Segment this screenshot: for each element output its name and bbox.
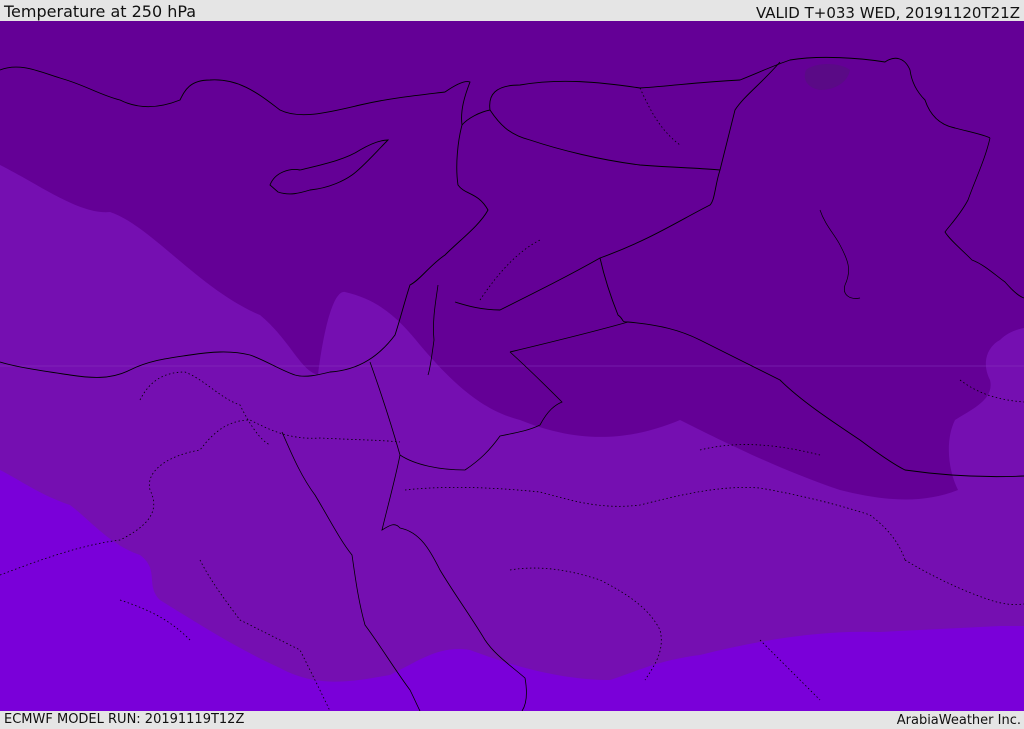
map-canvas <box>0 21 1024 711</box>
model-run-label: ECMWF MODEL RUN: 20191119T12Z <box>4 712 245 727</box>
title-bar: Temperature at 250 hPa VALID T+033 WED, … <box>0 0 1024 21</box>
valid-time-label: VALID T+033 WED, 20191120T21Z <box>755 4 1020 22</box>
map-title: Temperature at 250 hPa <box>4 2 197 21</box>
temperature-map[interactable] <box>0 21 1024 711</box>
footer-bar: ECMWF MODEL RUN: 20191119T12Z ArabiaWeat… <box>0 711 1024 729</box>
credit-label: ArabiaWeather Inc. <box>896 713 1021 728</box>
